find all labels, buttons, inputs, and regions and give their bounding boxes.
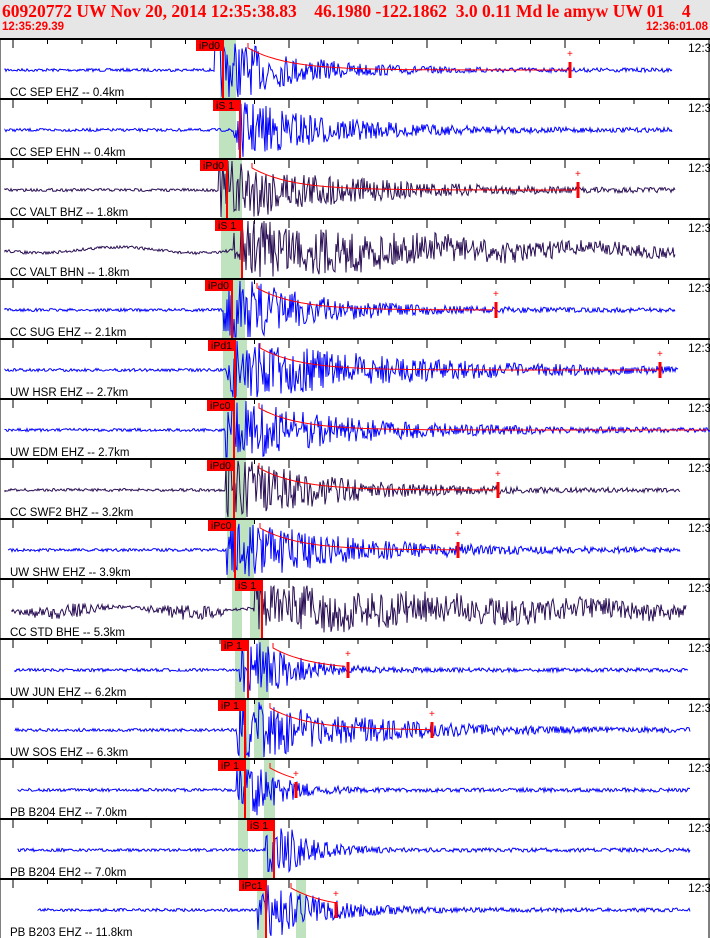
seismogram-plot[interactable]: + iPd0 CC SEP EHZ -- 0.4km 12:3 iS 1 CC SEP E… xyxy=(0,38,710,938)
pick-label: iPc0 xyxy=(211,520,232,532)
station-label: CC SEP EHN -- 0.4km xyxy=(10,147,125,159)
pick-label: iPd0 xyxy=(210,460,231,472)
station-label: UW HSR EHZ -- 2.7km xyxy=(10,387,128,399)
panel-time-label: 12:3 xyxy=(688,401,710,415)
station-label: UW SOS EHZ -- 6.3km xyxy=(10,747,128,759)
trace-panel[interactable]: + iPd0 CC SUG EHZ -- 2.1km 12:3 xyxy=(0,278,710,339)
coda-fit xyxy=(258,403,707,431)
coda-plus-icon: + xyxy=(429,709,435,720)
pick-label: iS 1 xyxy=(218,220,236,232)
pick-label: iPd1 xyxy=(211,340,232,352)
pick-label: iP 1 xyxy=(221,700,239,712)
station-label: CC SEP EHZ -- 0.4km xyxy=(10,87,124,99)
coda-plus-icon: + xyxy=(345,649,351,660)
station-label: PB B204 EHZ -- 7.0km xyxy=(10,807,127,819)
pick-label: iS 1 xyxy=(216,100,234,112)
station-label: CC VALT BHZ -- 1.8km xyxy=(10,207,128,219)
pick-label: iPd0 xyxy=(203,160,224,172)
pick-label: iPc1 xyxy=(242,880,263,892)
panel-time-label: 12:3 xyxy=(688,341,710,355)
waveform xyxy=(17,828,691,873)
trace-panel[interactable]: + iPd1 UW HSR EHZ -- 2.7km 12:3 xyxy=(0,338,710,399)
station-label: CC VALT BHN -- 1.8km xyxy=(10,267,130,279)
pick-label: iP 1 xyxy=(224,640,242,652)
pick-label: iPd0 xyxy=(208,280,229,292)
coda-plus-icon: + xyxy=(493,289,499,300)
panel-time-label: 12:3 xyxy=(688,881,710,895)
coda-plus-icon: + xyxy=(455,529,461,540)
coda-plus-icon: + xyxy=(567,49,573,60)
panel-time-label: 12:3 xyxy=(688,641,710,655)
trace-panel[interactable]: + iP 1 PB B204 EHZ -- 7.0km 12:3 xyxy=(0,758,710,819)
pick-label: iS 1 xyxy=(250,820,268,832)
panel-time-label: 12:3 xyxy=(688,161,710,175)
panel-time-label: 12:3 xyxy=(688,821,710,835)
waveform xyxy=(14,642,689,692)
coda-fit xyxy=(251,163,576,191)
trace-panel[interactable]: iS 1 CC STD BHE -- 5.3km 12:3 xyxy=(0,578,710,639)
station-label: PB B203 EHZ -- 11.8km xyxy=(10,927,133,938)
panel-time-label: 12:3 xyxy=(688,101,710,115)
pick-label: iS 1 xyxy=(238,580,256,592)
station-label: UW JUN EHZ -- 6.2km xyxy=(10,687,126,699)
panel-time-label: 12:3 xyxy=(688,221,710,235)
panel-time-label: 12:3 xyxy=(688,521,710,535)
trace-panel[interactable]: + iPd0 CC SEP EHZ -- 0.4km 12:3 xyxy=(0,38,710,99)
trace-panel[interactable]: iS 1 CC VALT BHN -- 1.8km 12:3 xyxy=(0,218,710,279)
station-label: CC SUG EHZ -- 2.1km xyxy=(10,327,126,339)
waveform xyxy=(37,885,691,936)
time-end-label: 12:36:01.08 xyxy=(645,21,708,33)
trace-panel[interactable]: iPc0 UW EDM EHZ -- 2.7km 12:3 xyxy=(0,398,710,459)
trace-panel[interactable]: + iPc0 UW SHW EHZ -- 3.9km 12:3 xyxy=(0,518,710,579)
panel-time-label: 12:3 xyxy=(688,761,710,775)
trace-panel[interactable]: iS 1 PB B204 EH2 -- 7.0km 12:3 xyxy=(0,818,710,879)
pick-label: iP 1 xyxy=(221,760,239,772)
coda-plus-icon: + xyxy=(333,889,339,900)
panel-time-label: 12:3 xyxy=(688,701,710,715)
panel-time-label: 12:3 xyxy=(688,461,710,475)
waveform xyxy=(11,584,687,633)
coda-plus-icon: + xyxy=(575,169,581,180)
station-label: PB B204 EH2 -- 7.0km xyxy=(10,867,126,879)
pick-label: iPc0 xyxy=(210,400,231,412)
station-label: UW EDM EHZ -- 2.7km xyxy=(10,447,129,459)
panel-time-label: 12:3 xyxy=(688,41,710,55)
event-title: 60920772 UW Nov 20, 2014 12:35:38.83 46.… xyxy=(2,1,691,21)
trace-panel[interactable]: iS 1 CC SEP EHN -- 0.4km 12:3 xyxy=(0,98,710,159)
trace-panel[interactable]: + iPc1 PB B203 EHZ -- 11.8km 12:3 xyxy=(0,878,710,938)
time-start-label: 12:35:29.39 xyxy=(2,21,65,33)
event-header: 60920772 UW Nov 20, 2014 12:35:38.83 46.… xyxy=(0,0,710,38)
trace-panel[interactable]: + iP 1 UW SOS EHZ -- 6.3km 12:3 xyxy=(0,698,710,759)
trace-panel[interactable]: + iPd0 CC VALT BHZ -- 1.8km 12:3 xyxy=(0,158,710,219)
station-label: CC SWF2 BHZ -- 3.2km xyxy=(10,507,133,519)
trace-panel[interactable]: + iP 1 UW JUN EHZ -- 6.2km 12:3 xyxy=(0,638,710,699)
pick-label: iPd0 xyxy=(199,40,220,52)
panel-time-label: 12:3 xyxy=(688,281,710,295)
coda-plus-icon: + xyxy=(657,349,663,360)
coda-plus-icon: + xyxy=(293,769,299,780)
trace-panel[interactable]: + iPd0 CC SWF2 BHZ -- 3.2km 12:3 xyxy=(0,458,710,519)
station-label: UW SHW EHZ -- 3.9km xyxy=(10,567,131,579)
panel-time-label: 12:3 xyxy=(688,581,710,595)
coda-plus-icon: + xyxy=(495,469,501,480)
station-label: CC STD BHE -- 5.3km xyxy=(10,627,125,639)
